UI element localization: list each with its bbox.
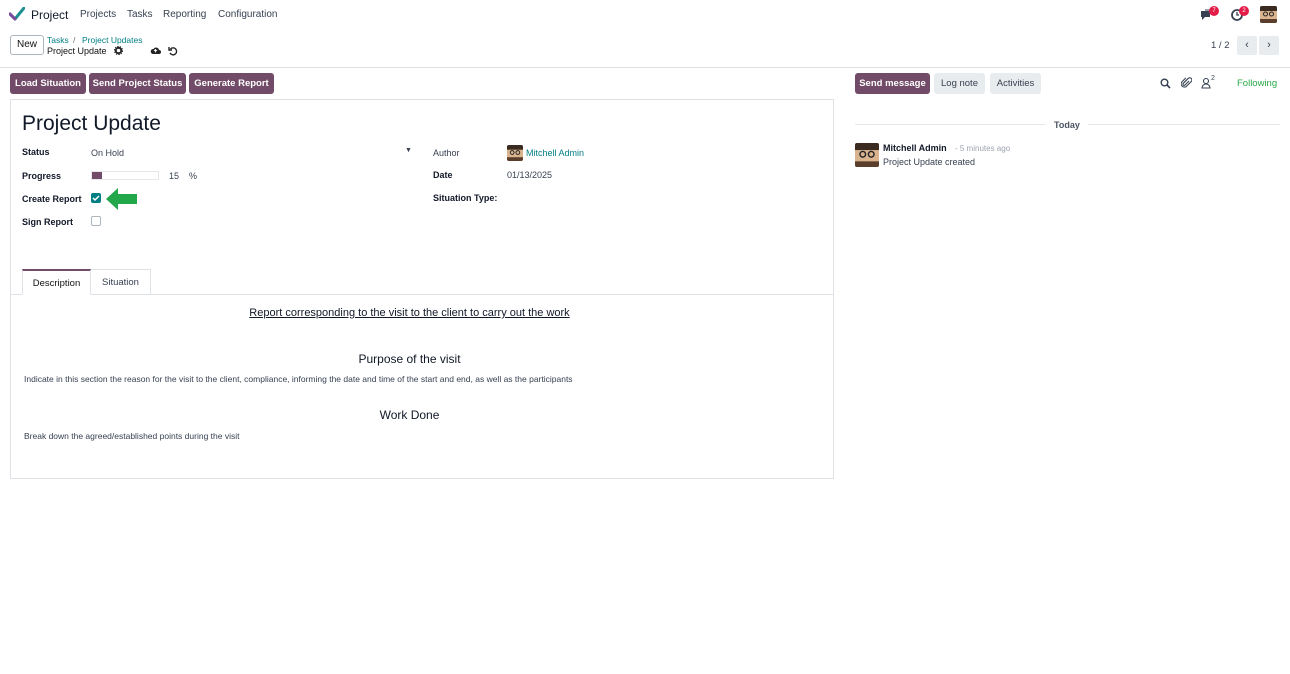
discard-undo-icon[interactable] bbox=[168, 46, 178, 59]
new-button[interactable]: New bbox=[10, 35, 44, 55]
menu-projects[interactable]: Projects bbox=[80, 9, 116, 20]
sign-report-label: Sign Report bbox=[22, 217, 73, 227]
top-navbar: Project Projects Tasks Reporting Configu… bbox=[0, 0, 1290, 30]
message-body: Project Update created bbox=[883, 157, 976, 167]
breadcrumb-separator: / bbox=[73, 35, 76, 45]
send-message-button[interactable]: Send message bbox=[855, 73, 930, 94]
message-author[interactable]: Mitchell Admin bbox=[883, 143, 947, 153]
menu-configuration[interactable]: Configuration bbox=[218, 9, 277, 20]
situation-type-label: Situation Type: bbox=[433, 193, 498, 203]
purpose-title: Purpose of the visit bbox=[358, 352, 461, 366]
breadcrumb-project-updates[interactable]: Project Updates bbox=[82, 35, 142, 45]
progress-unit: % bbox=[189, 171, 198, 181]
progress-bar[interactable] bbox=[91, 171, 159, 180]
save-cloud-icon[interactable] bbox=[150, 46, 161, 58]
messages-badge: 7 bbox=[1209, 6, 1219, 16]
following-button[interactable]: Following bbox=[1237, 78, 1277, 89]
author-avatar bbox=[507, 145, 523, 161]
green-arrow-annotation-icon bbox=[105, 187, 138, 214]
tab-description[interactable]: Description bbox=[22, 269, 91, 295]
menu-tasks[interactable]: Tasks bbox=[127, 9, 153, 20]
status-label: Status bbox=[22, 147, 50, 157]
pager-value[interactable]: 1 / 2 bbox=[1211, 40, 1230, 51]
status-dropdown-caret-icon[interactable]: ▼ bbox=[405, 147, 412, 154]
record-settings-gear-icon[interactable] bbox=[113, 45, 124, 58]
load-situation-button[interactable]: Load Situation bbox=[10, 73, 86, 94]
app-name[interactable]: Project bbox=[31, 8, 68, 22]
paperclip-icon[interactable] bbox=[1180, 77, 1193, 92]
menu-reporting[interactable]: Reporting bbox=[163, 9, 206, 20]
author-link[interactable]: Mitchell Admin bbox=[526, 148, 584, 158]
message-author-avatar[interactable] bbox=[855, 143, 879, 167]
status-select[interactable]: On Hold bbox=[91, 148, 124, 158]
pager-previous-chevron-left-icon[interactable]: ‹ bbox=[1237, 36, 1257, 55]
breadcrumb-tasks[interactable]: Tasks bbox=[47, 35, 69, 45]
create-report-checkbox[interactable] bbox=[91, 193, 101, 203]
today-label: Today bbox=[1046, 120, 1088, 130]
purpose-text: Indicate in this section the reason for … bbox=[24, 374, 573, 384]
app-logo-icon[interactable] bbox=[8, 6, 26, 21]
sign-report-checkbox[interactable] bbox=[91, 216, 101, 226]
work-done-text: Break down the agreed/established points… bbox=[24, 431, 240, 441]
work-done-title: Work Done bbox=[379, 408, 440, 422]
author-label: Author bbox=[433, 148, 460, 158]
description-heading: Report corresponding to the visit to the… bbox=[249, 307, 570, 319]
followers-person-icon[interactable] bbox=[1201, 77, 1211, 92]
check-icon bbox=[92, 195, 100, 202]
current-record-name: Project Update bbox=[47, 46, 107, 56]
user-avatar[interactable] bbox=[1260, 6, 1277, 23]
log-note-button[interactable]: Log note bbox=[934, 73, 985, 94]
search-icon[interactable] bbox=[1160, 78, 1171, 92]
control-panel: New Tasks / Project Updates Project Upda… bbox=[0, 30, 1290, 68]
followers-count: 2 bbox=[1211, 75, 1215, 82]
progress-value[interactable]: 15 bbox=[169, 171, 179, 181]
send-project-status-button[interactable]: Send Project Status bbox=[89, 73, 186, 94]
record-title[interactable]: Project Update bbox=[22, 112, 161, 136]
progress-label: Progress bbox=[22, 171, 62, 181]
create-report-label: Create Report bbox=[22, 194, 82, 204]
tab-situation[interactable]: Situation bbox=[91, 269, 151, 295]
message-time: - 5 minutes ago bbox=[955, 144, 1011, 153]
generate-report-button[interactable]: Generate Report bbox=[189, 73, 274, 94]
activities-badge: 2 bbox=[1239, 6, 1249, 16]
progress-bar-fill bbox=[92, 172, 102, 179]
date-field[interactable]: 01/13/2025 bbox=[507, 170, 552, 180]
date-label: Date bbox=[433, 170, 453, 180]
activities-button[interactable]: Activities bbox=[990, 73, 1041, 94]
pager-next-chevron-right-icon[interactable]: › bbox=[1259, 36, 1279, 55]
